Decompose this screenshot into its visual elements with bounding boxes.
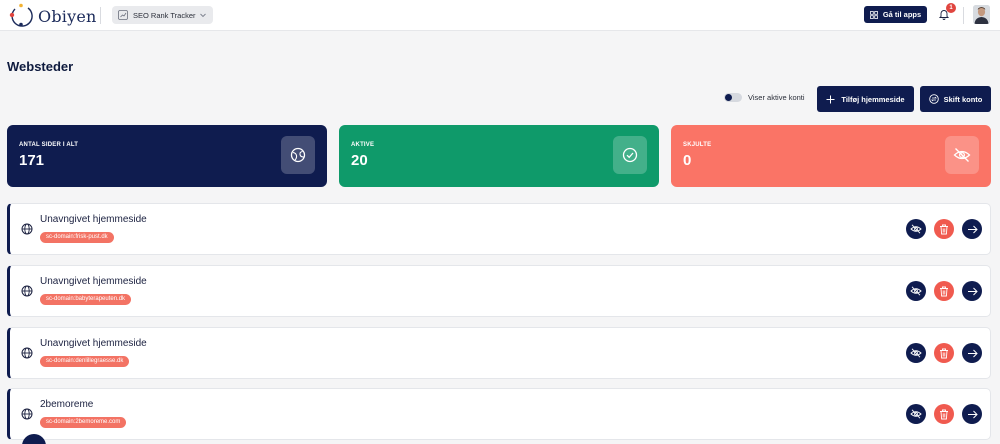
website-name: Unavngivet hjemmeside [40, 214, 147, 225]
switch-account-button[interactable]: Skift konto [920, 86, 991, 112]
arrow-right-icon [967, 349, 978, 357]
stat-value: 171 [19, 152, 45, 169]
divider [100, 7, 101, 24]
website-row[interactable]: Unavngivet hjemmeside sc-domain:babytera… [7, 265, 991, 317]
grid-icon [869, 10, 878, 19]
stat-value: 20 [351, 152, 368, 169]
delete-website-button[interactable] [934, 219, 954, 239]
add-website-label: Tilføj hjemmeside [841, 94, 905, 104]
switch-account-label: Skift konto [943, 94, 983, 104]
globe-icon [21, 408, 33, 420]
stat-icon-box [613, 136, 647, 174]
domain-tag: sc-domain:denlillegraesse.dk [40, 356, 130, 367]
eye-off-icon [910, 409, 922, 419]
delete-website-button[interactable] [934, 343, 954, 363]
stat-label: AKTIVE [351, 142, 375, 148]
stat-label: ANTAL SIDER I ALT [19, 142, 79, 148]
trash-icon [940, 286, 948, 296]
divider [963, 7, 964, 24]
domain-tag: sc-domain:babyterapeuten.dk [40, 294, 132, 305]
arrow-right-icon [967, 410, 978, 418]
check-circle-icon [622, 147, 638, 163]
website-name: 2bemoreme [40, 399, 94, 410]
top-bar: Obiyen SEO Rank Tracker Gå til apps 1 [0, 0, 1000, 31]
open-website-button[interactable] [962, 343, 982, 363]
hide-website-button[interactable] [906, 343, 926, 363]
website-row[interactable]: 2bemoreme sc-domain:2bemoreme.com [7, 388, 991, 440]
stat-card-hidden: SKJULTE 0 [671, 125, 991, 187]
stat-card-active: AKTIVE 20 [339, 125, 659, 187]
delete-website-button[interactable] [934, 404, 954, 424]
globe-icon [21, 285, 33, 297]
stat-card-total: ANTAL SIDER I ALT 171 [7, 125, 327, 187]
hide-website-button[interactable] [906, 404, 926, 424]
open-website-button[interactable] [962, 219, 982, 239]
stat-value: 0 [683, 152, 692, 169]
website-row[interactable]: Unavngivet hjemmeside sc-domain:frisk-pu… [7, 203, 991, 255]
toggle-switch[interactable] [724, 93, 742, 102]
page-title: Websteder [7, 59, 74, 74]
website-row[interactable]: Unavngivet hjemmeside sc-domain:denlille… [7, 327, 991, 379]
active-accounts-toggle[interactable]: Viser aktive konti [724, 93, 805, 102]
open-website-button[interactable] [962, 281, 982, 301]
user-avatar[interactable] [973, 5, 990, 24]
go-to-apps-label: Gå til apps [882, 10, 922, 19]
avatar-image [973, 5, 990, 24]
globe-icon [290, 147, 306, 163]
website-name: Unavngivet hjemmeside [40, 338, 147, 349]
stat-icon-box [281, 136, 315, 174]
globe-icon [21, 223, 33, 235]
logo-text: Obiyen [38, 7, 97, 26]
domain-tag: sc-domain:frisk-pust.dk [40, 232, 114, 243]
trash-icon [940, 409, 948, 419]
eye-off-icon [910, 286, 922, 296]
eye-off-icon [953, 148, 971, 162]
trash-icon [940, 348, 948, 358]
chevron-down-icon [200, 13, 206, 18]
chart-icon [118, 10, 128, 20]
add-website-button[interactable]: Tilføj hjemmeside [817, 86, 914, 112]
app-selector[interactable]: SEO Rank Tracker [112, 6, 213, 24]
hide-website-button[interactable] [906, 281, 926, 301]
eye-off-icon [910, 348, 922, 358]
switch-icon [928, 94, 939, 104]
logo-mark-icon [9, 3, 33, 27]
eye-off-icon [910, 224, 922, 234]
delete-website-button[interactable] [934, 281, 954, 301]
arrow-right-icon [967, 287, 978, 295]
trash-icon [940, 224, 948, 234]
plus-icon [826, 95, 835, 103]
arrow-right-icon [967, 225, 978, 233]
open-website-button[interactable] [962, 404, 982, 424]
website-name: Unavngivet hjemmeside [40, 276, 147, 287]
obiyen-logo[interactable]: Obiyen [8, 3, 98, 27]
notification-badge: 1 [946, 3, 956, 13]
domain-tag: sc-domain:2bemoreme.com [40, 417, 127, 428]
stat-label: SKJULTE [683, 142, 712, 148]
app-selector-label: SEO Rank Tracker [133, 10, 196, 20]
go-to-apps-button[interactable]: Gå til apps [864, 6, 927, 23]
hide-website-button[interactable] [906, 219, 926, 239]
globe-icon [21, 347, 33, 359]
toggle-label: Viser aktive konti [748, 93, 805, 102]
stat-icon-box [945, 136, 979, 174]
